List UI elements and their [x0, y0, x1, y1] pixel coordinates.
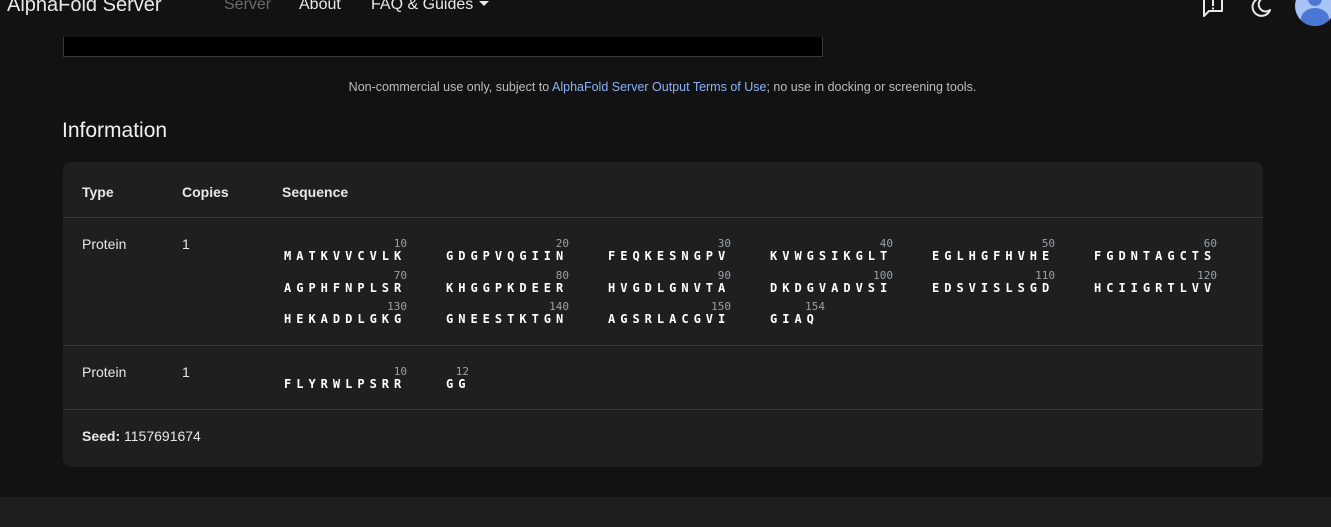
residue-block: DKDGVADVSI — [770, 281, 893, 295]
entity-1-copies: 1 — [182, 236, 190, 252]
column-header-sequence: Sequence — [282, 184, 349, 200]
avatar-head-shape — [1308, 0, 1322, 6]
seed-value: 1157691674 — [124, 428, 201, 444]
residue-block: GG — [446, 377, 471, 391]
footer-band — [0, 497, 1331, 527]
residue-block: AGSRLACGVI — [608, 312, 731, 326]
residue-block: FLYRWLPSRR — [284, 377, 407, 391]
entity-2-type: Protein — [82, 364, 127, 380]
residue-block: KVWGSIKGLT — [770, 249, 893, 263]
account-avatar-icon[interactable] — [1295, 0, 1331, 26]
brand-logo-text[interactable]: AlphaFold Server — [7, 0, 162, 17]
terms-prefix: Non-commercial use only, subject to — [348, 80, 552, 94]
row-divider — [63, 345, 1263, 346]
residue-block: KHGGPKDEER — [446, 281, 569, 295]
residue-block: AGPHFNPLSR — [284, 281, 407, 295]
seed-row: Seed: 1157691674 — [82, 428, 201, 444]
residue-block: HCIIGRTLVV — [1094, 281, 1217, 295]
residue-block: HVGDLGNVTA — [608, 281, 731, 295]
structure-viewer-panel — [63, 37, 823, 57]
terms-suffix: ; no use in docking or screening tools. — [766, 80, 977, 94]
nav-server[interactable]: Server — [224, 0, 271, 14]
residue-block: GDGPVQGIIN — [446, 249, 569, 263]
nav-faq-guides[interactable]: FAQ & Guides — [371, 0, 490, 14]
row-divider — [63, 409, 1263, 410]
header-divider — [63, 217, 1263, 218]
information-title: Information — [62, 119, 168, 142]
residue-block: FEQKESNGPV — [608, 249, 731, 263]
feedback-icon[interactable] — [1201, 0, 1225, 23]
residue-block: EDSVISLSGD — [932, 281, 1055, 295]
terms-notice: Non-commercial use only, subject to Alph… — [0, 80, 1325, 94]
residue-block: MATKVVCVLK — [284, 249, 407, 263]
column-header-copies: Copies — [182, 184, 229, 200]
dark-mode-icon[interactable] — [1250, 0, 1272, 23]
chevron-down-icon — [479, 1, 490, 7]
residue-block: GNEESTKTGN — [446, 312, 569, 326]
avatar-body-shape — [1301, 8, 1329, 26]
terms-link[interactable]: AlphaFold Server Output Terms of Use — [552, 80, 766, 94]
residue-block: EGLHGFHVHE — [932, 249, 1055, 263]
residue-block: GIAQ — [770, 312, 819, 326]
column-header-type: Type — [82, 184, 114, 200]
seed-label: Seed: — [82, 428, 121, 444]
nav-about[interactable]: About — [299, 0, 341, 14]
entity-2-copies: 1 — [182, 364, 190, 380]
residue-block: HEKADDLGKG — [284, 312, 407, 326]
residue-block: FGDNTAGCTS — [1094, 249, 1217, 263]
information-card: Type Copies Sequence Protein 1 10 MATKVVC… — [63, 162, 1263, 467]
nav-faq-guides-label: FAQ & Guides — [371, 0, 474, 13]
top-navigation-bar: AlphaFold Server Server About FAQ & Guid… — [0, 0, 1331, 38]
entity-1-type: Protein — [82, 236, 127, 252]
